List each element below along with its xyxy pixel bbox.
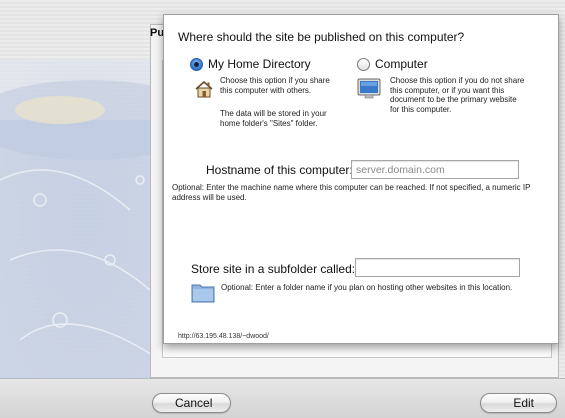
home-folder-icon xyxy=(194,79,214,104)
computer-radio[interactable] xyxy=(357,57,370,71)
publish-location-question: Where should the site be published on th… xyxy=(178,30,465,44)
computer-monitor-icon xyxy=(357,78,381,105)
computer-description: Choose this option if you do not share t… xyxy=(390,76,525,114)
home-directory-label: My Home Directory xyxy=(208,57,311,71)
hostname-label: Hostname of this computer: xyxy=(206,163,353,177)
home-directory-storage-note: The data will be stored in your home fol… xyxy=(220,109,327,128)
computer-radio-option[interactable]: Computer xyxy=(357,57,428,71)
subfolder-label: Store site in a subfolder called: xyxy=(191,262,356,276)
edit-button[interactable]: Edit xyxy=(480,393,557,413)
cancel-button[interactable]: Cancel xyxy=(152,393,231,413)
bucket-background-art xyxy=(0,60,170,410)
hostname-help-text: Optional: Enter the machine name where t… xyxy=(172,183,531,202)
subfolder-help-text: Optional: Enter a folder name if you pla… xyxy=(221,283,513,292)
folder-icon xyxy=(191,281,215,308)
home-directory-radio-option[interactable]: My Home Directory xyxy=(190,57,311,71)
home-directory-description: Choose this option if you share this com… xyxy=(220,76,330,95)
window-partial-title: Pu xyxy=(150,27,165,39)
site-url: http://63.195.48.138/~dwood/ xyxy=(178,333,269,340)
home-directory-radio[interactable] xyxy=(190,57,203,71)
subfolder-input[interactable] xyxy=(355,258,520,277)
computer-label: Computer xyxy=(375,57,428,71)
hostname-input[interactable]: server.domain.com xyxy=(351,160,519,179)
publish-location-sheet: Where should the site be published on th… xyxy=(163,14,559,344)
